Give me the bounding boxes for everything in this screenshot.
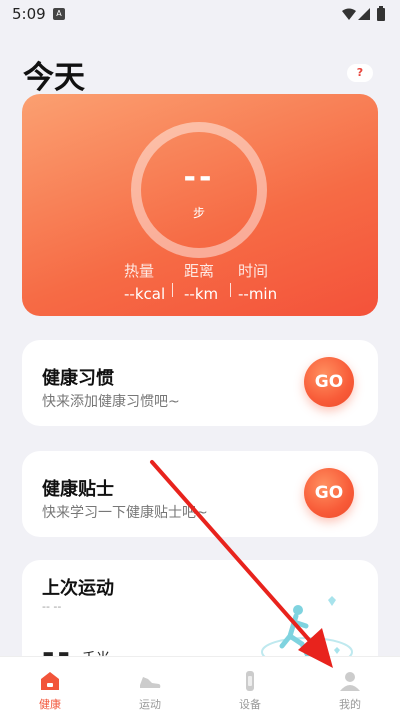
habits-subtitle: 快来添加健康习惯吧~ bbox=[42, 394, 180, 410]
help-button[interactable]: ? bbox=[347, 64, 373, 82]
tips-title: 健康贴士 bbox=[42, 479, 114, 500]
home-icon bbox=[41, 672, 59, 690]
metrics-row: 热量 --kcal 距离 --km 时间 --min bbox=[124, 260, 284, 304]
status-time: 5:09 bbox=[12, 5, 46, 23]
habits-title: 健康习惯 bbox=[42, 368, 114, 389]
tips-go-button[interactable]: GO bbox=[304, 468, 354, 518]
nav-item-mine[interactable]: 我的 bbox=[300, 657, 400, 712]
distance-label: 距离 bbox=[184, 262, 215, 280]
page-title: 今天 bbox=[23, 60, 85, 96]
calories-metric: 热量 --kcal bbox=[124, 260, 165, 303]
steps-ring: -- 步 bbox=[131, 122, 267, 258]
shoe-icon bbox=[140, 677, 161, 688]
nav-item-health[interactable]: 健康 bbox=[0, 657, 100, 712]
time-value: --min bbox=[238, 285, 278, 303]
steps-value: -- bbox=[183, 160, 215, 195]
notification-icon: A bbox=[53, 8, 65, 20]
distance-metric: 距离 --km bbox=[184, 260, 218, 303]
nav-label-health: 健康 bbox=[39, 698, 61, 711]
metric-divider bbox=[172, 283, 173, 297]
nav-label-device: 设备 bbox=[239, 698, 261, 711]
band-icon bbox=[246, 671, 254, 691]
steps-unit: 步 bbox=[192, 206, 205, 220]
time-metric: 时间 --min bbox=[238, 260, 277, 303]
distance-value: --km bbox=[184, 285, 219, 303]
time-label: 时间 bbox=[238, 262, 269, 280]
health-habits-card[interactable]: 健康习惯 快来添加健康习惯吧~ GO bbox=[22, 340, 378, 426]
habits-go-button[interactable]: GO bbox=[304, 357, 354, 407]
status-bar: 5:09 A bbox=[0, 0, 400, 28]
bottom-nav: 健康 运动 设备 我的 bbox=[0, 656, 400, 712]
calories-label: 热量 bbox=[124, 262, 155, 280]
tips-subtitle: 快来学习一下健康贴士吧~ bbox=[42, 505, 208, 521]
last-workout-title: 上次运动 bbox=[42, 578, 114, 599]
last-workout-date: -- -- bbox=[42, 600, 62, 613]
nav-label-sport: 运动 bbox=[139, 698, 161, 711]
nav-item-device[interactable]: 设备 bbox=[200, 657, 300, 712]
today-summary-card[interactable]: -- 步 热量 --kcal 距离 --km 时间 --min bbox=[22, 94, 378, 316]
user-icon bbox=[340, 672, 360, 691]
health-tips-card[interactable]: 健康贴士 快来学习一下健康贴士吧~ GO bbox=[22, 451, 378, 537]
metric-divider bbox=[230, 283, 231, 297]
nav-label-mine: 我的 bbox=[339, 698, 361, 711]
system-icons bbox=[342, 6, 385, 21]
calories-value: --kcal bbox=[124, 285, 166, 303]
nav-item-sport[interactable]: 运动 bbox=[100, 657, 200, 712]
